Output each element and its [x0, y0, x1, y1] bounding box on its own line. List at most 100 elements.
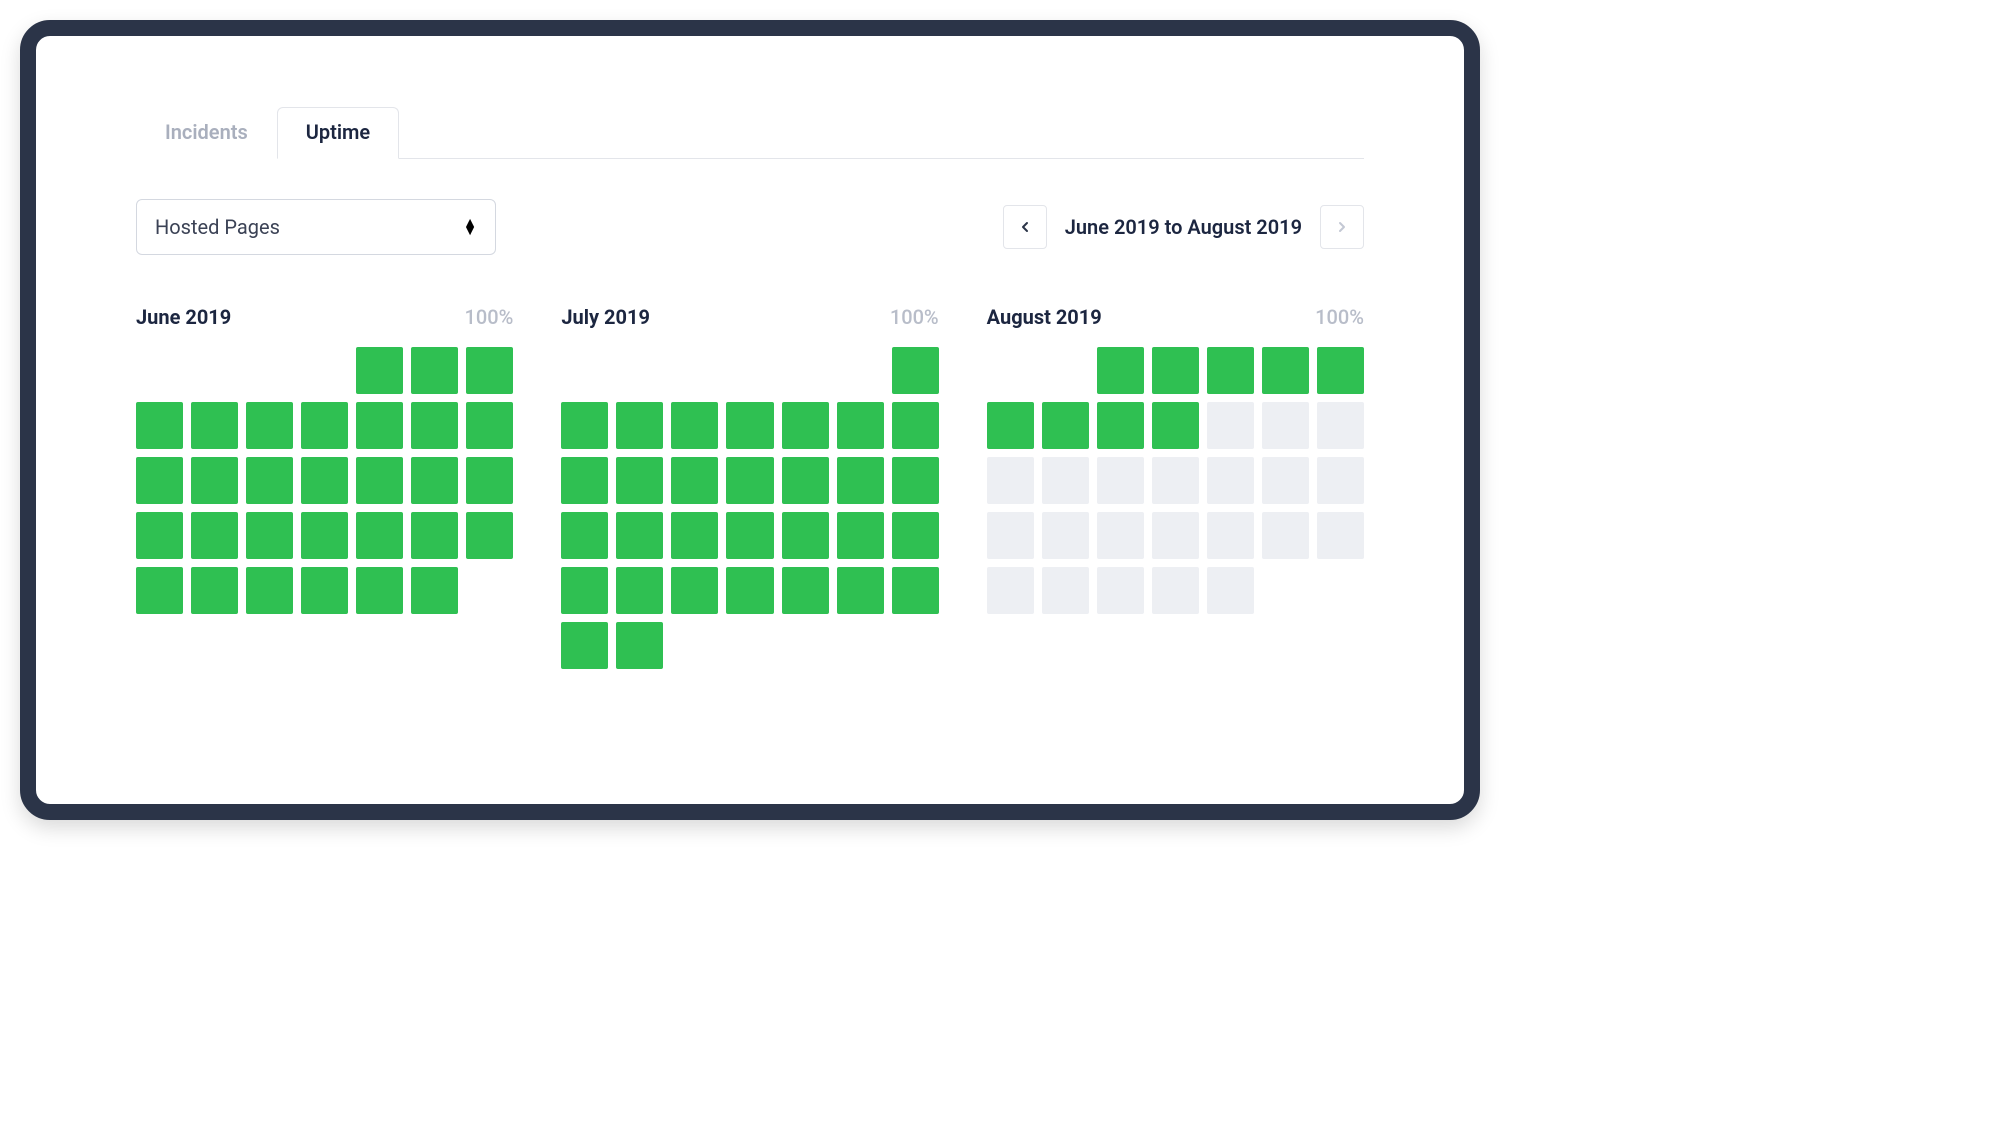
calendar-day[interactable]	[616, 622, 663, 669]
calendar-day[interactable]	[301, 457, 348, 504]
calendar-day[interactable]	[1042, 512, 1089, 559]
calendar-day[interactable]	[1317, 347, 1364, 394]
calendar-day[interactable]	[1207, 512, 1254, 559]
calendar-day[interactable]	[726, 512, 773, 559]
calendar-day[interactable]	[1207, 567, 1254, 614]
calendar-day[interactable]	[616, 567, 663, 614]
calendar-day[interactable]	[466, 457, 513, 504]
calendar-day[interactable]	[411, 402, 458, 449]
calendar-day[interactable]	[191, 402, 238, 449]
calendar-day[interactable]	[1042, 402, 1089, 449]
calendar-day[interactable]	[616, 457, 663, 504]
calendar-day[interactable]	[782, 457, 829, 504]
calendar-day[interactable]	[1317, 402, 1364, 449]
calendar-day[interactable]	[356, 567, 403, 614]
calendar-day[interactable]	[136, 457, 183, 504]
calendar-day[interactable]	[1262, 512, 1309, 559]
calendar-day[interactable]	[1262, 347, 1309, 394]
service-select[interactable]: Hosted Pages ▲▼	[136, 199, 496, 255]
calendar-day[interactable]	[726, 402, 773, 449]
calendar-day[interactable]	[191, 567, 238, 614]
calendar-day[interactable]	[1097, 512, 1144, 559]
calendar-day[interactable]	[837, 567, 884, 614]
calendar-day[interactable]	[136, 512, 183, 559]
calendar-day[interactable]	[561, 567, 608, 614]
calendar-day[interactable]	[1097, 567, 1144, 614]
calendar-day[interactable]	[191, 512, 238, 559]
calendar-day[interactable]	[356, 457, 403, 504]
calendar-day[interactable]	[782, 512, 829, 559]
calendar-day[interactable]	[726, 567, 773, 614]
calendar-day[interactable]	[1042, 457, 1089, 504]
calendar-day[interactable]	[246, 402, 293, 449]
calendar-day[interactable]	[561, 457, 608, 504]
calendar-day[interactable]	[466, 402, 513, 449]
calendar-day[interactable]	[246, 567, 293, 614]
calendar-day[interactable]	[1097, 457, 1144, 504]
calendar-day[interactable]	[1152, 512, 1199, 559]
calendar-day[interactable]	[782, 402, 829, 449]
calendar-day[interactable]	[1262, 457, 1309, 504]
calendar-day[interactable]	[1317, 457, 1364, 504]
calendar-day[interactable]	[136, 567, 183, 614]
calendar-day[interactable]	[892, 347, 939, 394]
month-name: August 2019	[987, 305, 1102, 329]
calendar-day[interactable]	[892, 512, 939, 559]
calendar-day[interactable]	[561, 402, 608, 449]
prev-range-button[interactable]	[1003, 205, 1047, 249]
calendar-day[interactable]	[246, 512, 293, 559]
calendar-day[interactable]	[837, 457, 884, 504]
calendar-day[interactable]	[987, 567, 1034, 614]
calendar-day[interactable]	[1317, 512, 1364, 559]
calendar-day[interactable]	[987, 512, 1034, 559]
calendar-day[interactable]	[136, 402, 183, 449]
calendar-day[interactable]	[987, 402, 1034, 449]
calendar-day[interactable]	[892, 402, 939, 449]
calendar-day[interactable]	[356, 347, 403, 394]
calendar-day[interactable]	[1152, 567, 1199, 614]
calendar-day[interactable]	[301, 512, 348, 559]
calendar-day[interactable]	[1152, 457, 1199, 504]
calendar-day[interactable]	[1262, 402, 1309, 449]
tab-incidents[interactable]: Incidents	[136, 107, 277, 159]
calendar-day[interactable]	[411, 567, 458, 614]
calendar-day[interactable]	[1042, 567, 1089, 614]
calendar-day[interactable]	[411, 512, 458, 559]
calendar-day[interactable]	[671, 512, 718, 559]
calendar-day[interactable]	[1207, 457, 1254, 504]
calendar-day[interactable]	[246, 457, 293, 504]
calendar-day[interactable]	[671, 567, 718, 614]
calendar-day[interactable]	[616, 402, 663, 449]
calendar-day[interactable]	[1152, 402, 1199, 449]
calendar-day[interactable]	[301, 567, 348, 614]
calendar-day[interactable]	[616, 512, 663, 559]
calendar-day[interactable]	[892, 457, 939, 504]
calendar-grid	[136, 347, 513, 614]
calendar-day[interactable]	[1097, 402, 1144, 449]
calendar-day[interactable]	[301, 402, 348, 449]
calendar-day[interactable]	[466, 347, 513, 394]
calendar-day[interactable]	[356, 402, 403, 449]
calendar-day[interactable]	[987, 457, 1034, 504]
calendar-day-blank	[671, 347, 718, 394]
calendar-day[interactable]	[671, 402, 718, 449]
calendar-day[interactable]	[411, 457, 458, 504]
calendar-day[interactable]	[561, 512, 608, 559]
calendar-day[interactable]	[1097, 347, 1144, 394]
calendar-day[interactable]	[837, 512, 884, 559]
calendar-day[interactable]	[356, 512, 403, 559]
calendar-day[interactable]	[411, 347, 458, 394]
calendar-day[interactable]	[466, 512, 513, 559]
calendar-day[interactable]	[561, 622, 608, 669]
next-range-button[interactable]	[1320, 205, 1364, 249]
calendar-day[interactable]	[671, 457, 718, 504]
tab-uptime[interactable]: Uptime	[277, 107, 399, 159]
calendar-day[interactable]	[1152, 347, 1199, 394]
calendar-day[interactable]	[1207, 347, 1254, 394]
calendar-day[interactable]	[892, 567, 939, 614]
calendar-day[interactable]	[191, 457, 238, 504]
calendar-day[interactable]	[782, 567, 829, 614]
calendar-day[interactable]	[837, 402, 884, 449]
calendar-day[interactable]	[1207, 402, 1254, 449]
calendar-day[interactable]	[726, 457, 773, 504]
